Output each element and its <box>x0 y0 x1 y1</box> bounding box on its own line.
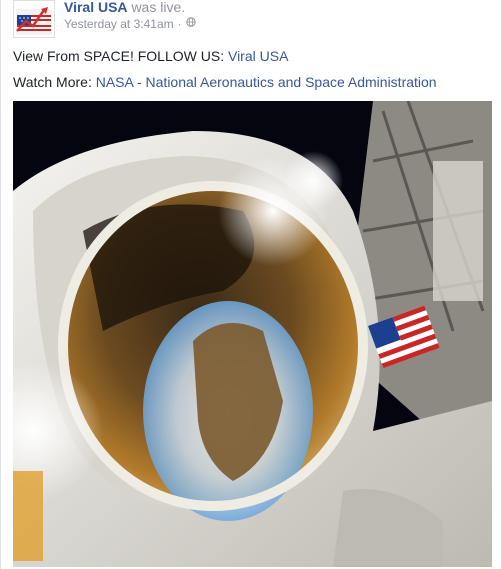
page-avatar[interactable] <box>13 0 55 38</box>
post-meta: Viral USA was live. Yesterday at 3:41am … <box>64 0 196 40</box>
post-text-line-1: View From SPACE! FOLLOW US: Viral USA <box>13 47 288 65</box>
post-timestamp[interactable]: Yesterday at 3:41am <box>64 16 174 32</box>
post-subtitle-line: Yesterday at 3:41am · <box>64 16 196 32</box>
globe-icon[interactable] <box>185 16 196 32</box>
nasa-link[interactable]: NASA - National Aeronautics and Space Ad… <box>96 74 437 90</box>
post-text-prefix-1: View From SPACE! FOLLOW US: <box>13 48 228 64</box>
separator-dot: · <box>177 17 182 31</box>
post-action-text: was live. <box>131 0 186 15</box>
post-header: Viral USA was live. Yesterday at 3:41am … <box>13 0 196 40</box>
post-text-line-2: Watch More: NASA - National Aeronautics … <box>13 73 437 91</box>
feed-post: Viral USA was live. Yesterday at 3:41am … <box>0 0 502 569</box>
video-frame-image <box>13 101 492 567</box>
follow-link[interactable]: Viral USA <box>228 48 288 64</box>
post-text-prefix-2: Watch More: <box>13 74 96 90</box>
live-video-player[interactable] <box>13 101 492 567</box>
page-name-link[interactable]: Viral USA <box>64 0 128 15</box>
post-title-line: Viral USA was live. <box>64 0 196 16</box>
